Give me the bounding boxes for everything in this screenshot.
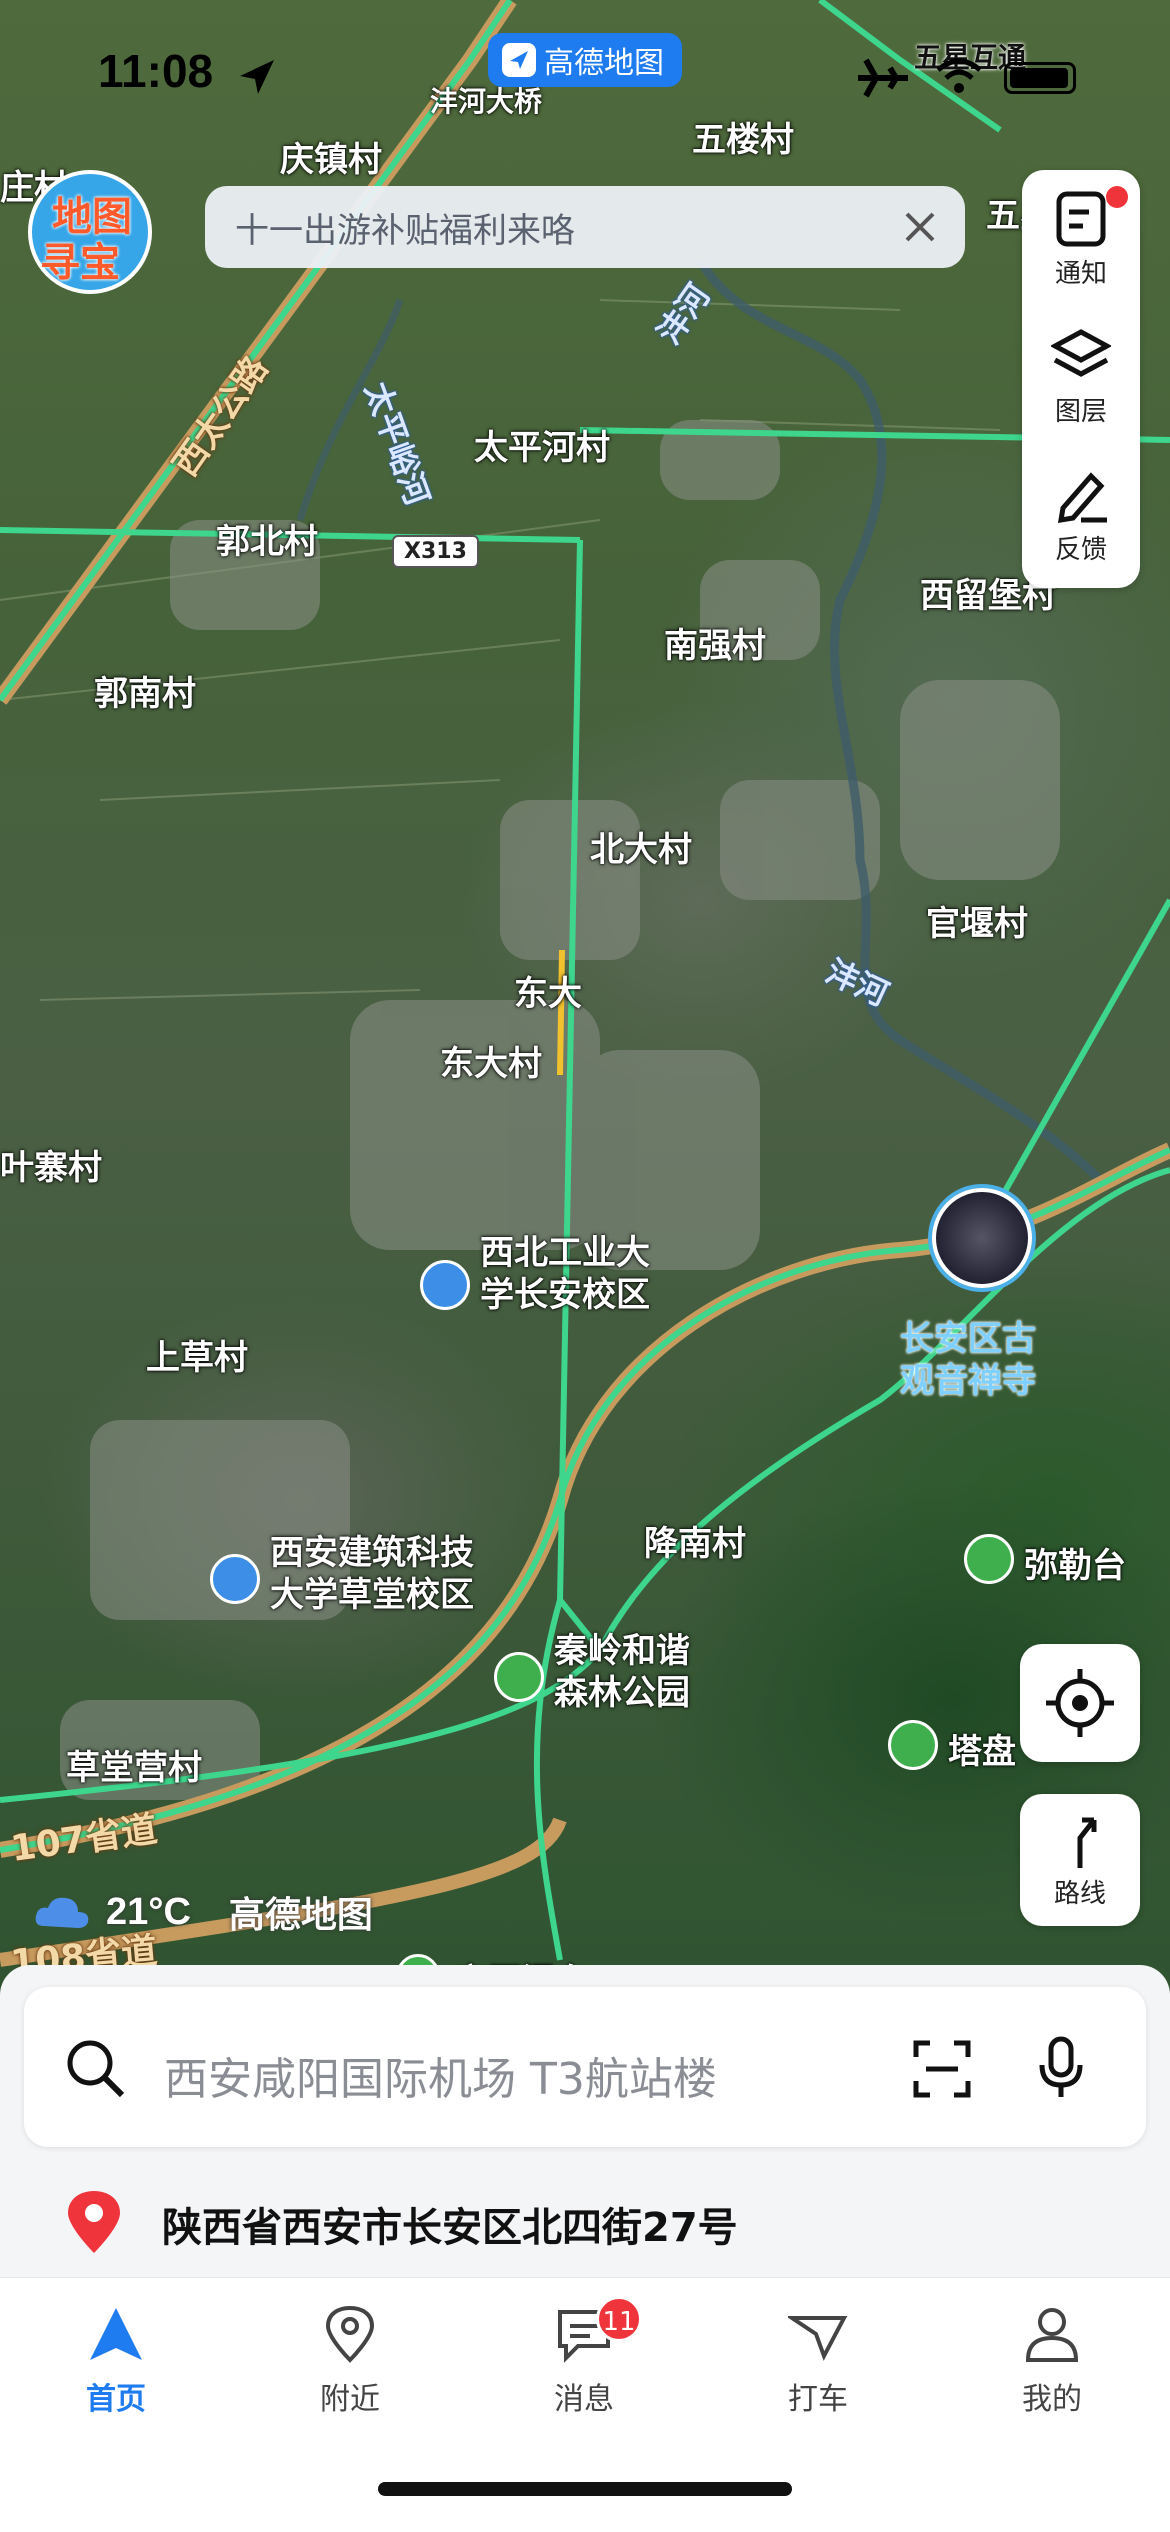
poi-mile-tai[interactable]: 弥勒台 <box>1024 1538 1126 1587</box>
tool-notification[interactable]: 通知 <box>1022 170 1140 304</box>
route-label: 路线 <box>1053 1879 1106 1909</box>
crosshair-icon <box>1046 1669 1114 1737</box>
tool-feedback[interactable]: 反馈 <box>1022 446 1140 580</box>
tool-notification-label: 通知 <box>1054 259 1107 289</box>
tab-nearby[interactable]: 附近 <box>280 2304 420 2418</box>
scan-icon[interactable] <box>912 2039 972 2099</box>
tab-nearby-label: 附近 <box>320 2382 380 2417</box>
map-canvas[interactable]: 西太公路 X313 107省道 108省道 太平峪河 沣河 沣河 五楼村 沣河大… <box>0 0 1170 2000</box>
place-guanyan[interactable]: 官堰村 <box>926 896 1028 945</box>
microphone-icon[interactable] <box>1036 2035 1086 2101</box>
poi-qinling-line1: 秦岭和谐 <box>554 1631 690 1671</box>
tool-layers-label: 图层 <box>1054 397 1107 427</box>
battery-icon <box>1004 62 1076 94</box>
search-bar[interactable]: 西安咸阳国际机场 T3航站楼 <box>24 1987 1146 2147</box>
tab-profile-label: 我的 <box>1022 2382 1082 2417</box>
treasure-line2: 寻宝 <box>40 240 120 286</box>
weather-widget: 21°C 高德地图 <box>32 1886 373 1938</box>
tool-feedback-label: 反馈 <box>1054 535 1107 565</box>
layers-icon <box>1051 329 1111 377</box>
place-jiangnan[interactable]: 降南村 <box>644 1516 746 1565</box>
place-nanqiang[interactable]: 南强村 <box>664 618 766 667</box>
place-shangcao[interactable]: 上草村 <box>146 1330 248 1379</box>
status-bar: 11:08 高德地图 <box>0 0 1170 140</box>
current-address-row[interactable]: 陕西省西安市长安区北四街27号 <box>0 2165 1170 2277</box>
place-taipinghe[interactable]: 太平河村 <box>474 420 610 469</box>
taxi-icon <box>785 2316 848 2361</box>
treasure-hunt-badge[interactable]: 地图 寻宝 <box>28 170 152 294</box>
poi-nwpu-line2: 学长安校区 <box>480 1275 650 1315</box>
bottom-sheet: 西安咸阳国际机场 T3航站楼 陕西省西安市长安区北四街27号 首页 附近 11 … <box>0 1965 1170 2532</box>
place-guobei[interactable]: 郭北村 <box>216 514 318 563</box>
poi-nwpu[interactable]: 西北工业大 学长安校区 <box>480 1232 650 1316</box>
search-placeholder: 西安咸阳国际机场 T3航站楼 <box>164 2054 717 2105</box>
temple-thumbnail-icon[interactable] <box>932 1188 1032 1288</box>
poi-xauat-line1: 西安建筑科技 <box>270 1533 474 1573</box>
poi-xauat[interactable]: 西安建筑科技 大学草堂校区 <box>270 1532 474 1616</box>
promo-banner-text: 十一出游补贴福利来咯 <box>235 210 575 251</box>
wifi-icon <box>936 58 982 93</box>
notification-icon <box>1056 191 1106 247</box>
nearby-pin-icon <box>325 2305 375 2363</box>
feedback-icon <box>1057 472 1107 524</box>
poi-guanyin-line2: 观音禅寺 <box>900 1361 1036 1401</box>
place-yezhai[interactable]: 叶寨村 <box>0 1140 102 1189</box>
tab-taxi[interactable]: 打车 <box>748 2304 888 2418</box>
tab-messages-label: 消息 <box>554 2382 614 2417</box>
place-beida[interactable]: 北大村 <box>590 822 692 871</box>
tab-messages[interactable]: 11 消息 <box>514 2296 654 2418</box>
park-icon[interactable] <box>494 1652 544 1702</box>
location-arrow-icon <box>240 60 274 94</box>
poi-qinling-line2: 森林公园 <box>554 1673 690 1713</box>
poi-qinling[interactable]: 秦岭和谐 森林公园 <box>554 1630 690 1714</box>
route-button[interactable]: 路线 <box>1020 1794 1140 1926</box>
location-pin-icon <box>68 2191 120 2253</box>
app-indicator-label: 高德地图 <box>544 46 664 81</box>
mountain-icon[interactable] <box>964 1534 1014 1584</box>
close-icon[interactable] <box>897 204 943 250</box>
profile-icon <box>1025 2308 1079 2362</box>
mountain-icon[interactable] <box>888 1720 938 1770</box>
locate-me-button[interactable] <box>1020 1644 1140 1762</box>
road-shield-x313: X313 <box>392 535 479 568</box>
amap-logo-icon <box>502 43 536 77</box>
notification-dot <box>1106 186 1128 208</box>
place-dongda[interactable]: 东大 <box>514 966 582 1015</box>
app-indicator[interactable]: 高德地图 <box>488 33 682 87</box>
home-nav-icon <box>90 2308 142 2360</box>
poi-nwpu-line1: 西北工业大 <box>480 1233 650 1273</box>
place-caotangying[interactable]: 草堂营村 <box>66 1740 202 1789</box>
school-icon[interactable] <box>210 1554 260 1604</box>
promo-banner[interactable]: 十一出游补贴福利来咯 <box>205 186 965 268</box>
map-tools-panel: 通知 图层 反馈 <box>1022 170 1140 588</box>
tool-layers[interactable]: 图层 <box>1022 308 1140 442</box>
weather-temp: 21°C <box>106 1890 191 1933</box>
poi-xauat-line2: 大学草堂校区 <box>270 1575 474 1615</box>
current-address: 陕西省西安市长安区北四街27号 <box>162 2205 738 2251</box>
airplane-icon <box>858 58 908 98</box>
tab-home-label: 首页 <box>86 2382 146 2417</box>
status-time: 11:08 <box>98 45 214 97</box>
tab-home[interactable]: 首页 <box>46 2304 186 2418</box>
tab-profile[interactable]: 我的 <box>982 2304 1122 2418</box>
poi-guanyin[interactable]: 长安区古 观音禅寺 <box>900 1318 1036 1402</box>
home-indicator[interactable] <box>378 2482 792 2496</box>
poi-guanyin-line1: 长安区古 <box>900 1319 1036 1359</box>
search-icon <box>67 2040 125 2098</box>
place-dongdacun[interactable]: 东大村 <box>440 1036 542 1085</box>
route-icon <box>1077 1817 1097 1868</box>
message-badge: 11 <box>596 2296 642 2342</box>
tab-taxi-label: 打车 <box>788 2382 848 2417</box>
poi-tapan[interactable]: 塔盘 <box>948 1724 1016 1773</box>
cloud-icon <box>35 1897 89 1928</box>
place-guonan[interactable]: 郭南村 <box>94 666 196 715</box>
school-icon[interactable] <box>420 1260 470 1310</box>
amap-watermark: 高德地图 <box>228 1895 373 1936</box>
